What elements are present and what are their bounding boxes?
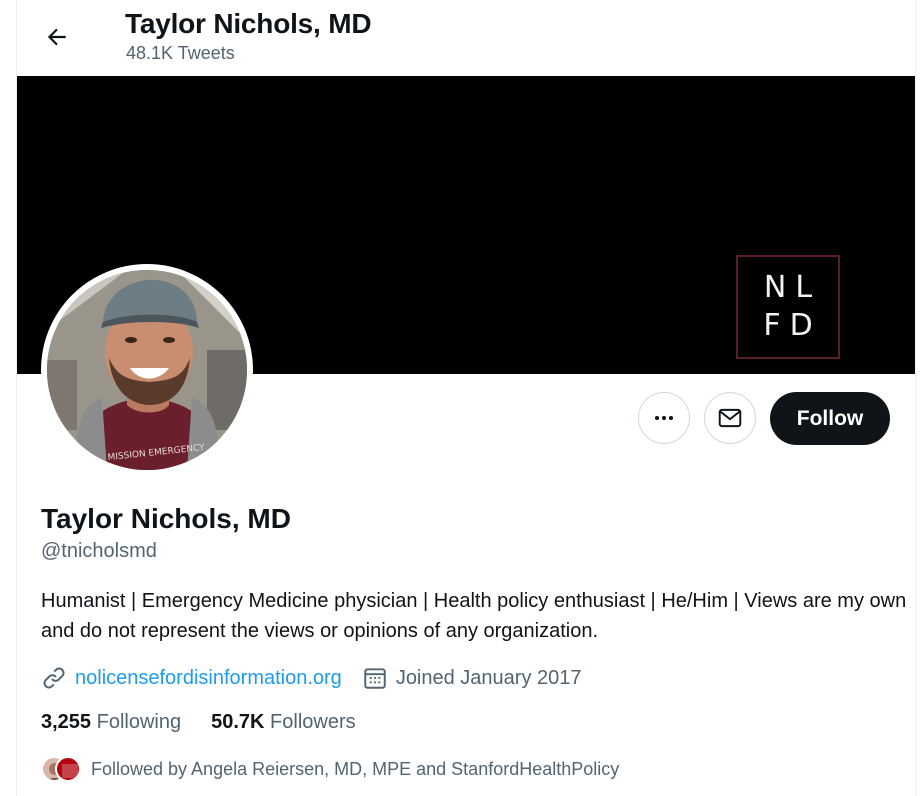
- followers-count: 50.7K: [211, 711, 265, 733]
- profile-handle: @tnicholsmd: [41, 540, 157, 562]
- arrow-left-icon: [47, 28, 66, 46]
- profile-avatar[interactable]: MISSION EMERGENCY: [41, 264, 253, 476]
- following-stat[interactable]: 3,255 Following: [41, 711, 181, 734]
- avatar-photo: MISSION EMERGENCY: [47, 270, 247, 470]
- tweet-count: 48.1K Tweets: [126, 43, 235, 63]
- back-button[interactable]: [37, 17, 77, 57]
- follow-stats: 3,255 Following 50.7K Followers: [41, 711, 356, 734]
- following-count: 3,255: [41, 711, 92, 733]
- calendar-icon: [364, 668, 386, 689]
- follower-avatar: [55, 756, 81, 782]
- joined-date: Joined January 2017: [395, 666, 582, 689]
- profile-meta: nolicensefordisinformation.org Joined Ja…: [41, 662, 582, 694]
- banner-logo-line1: NL: [763, 270, 822, 305]
- more-dots-icon: [655, 416, 673, 420]
- link-icon: [43, 667, 65, 689]
- envelope-icon: [718, 408, 742, 428]
- followed-by: Followed by Angela Reiersen, MD, MPE and…: [41, 756, 619, 782]
- banner-logo-line2: FD: [763, 308, 822, 343]
- followers-stat[interactable]: 50.7K Followers: [211, 711, 356, 734]
- profile-header-bar: Taylor Nichols, MD 48.1K Tweets: [17, 0, 915, 76]
- avatar-illustration: MISSION EMERGENCY: [47, 270, 247, 470]
- followed-by-text[interactable]: Followed by Angela Reiersen, MD, MPE and…: [91, 759, 619, 780]
- header-title: Taylor Nichols, MD: [125, 8, 372, 39]
- website-link[interactable]: nolicensefordisinformation.org: [75, 667, 342, 690]
- profile-name: Taylor Nichols, MD: [41, 503, 291, 534]
- profile-bio: Humanist | Emergency Medicine physician …: [41, 590, 907, 642]
- followers-label: Followers: [270, 711, 356, 733]
- more-button[interactable]: [638, 392, 690, 444]
- follow-button[interactable]: Follow: [770, 392, 890, 445]
- profile-column: Taylor Nichols, MD 48.1K Tweets NL FD MI…: [16, 0, 916, 796]
- message-button[interactable]: [704, 392, 756, 444]
- following-label: Following: [96, 711, 182, 733]
- banner-logo: NL FD: [736, 255, 840, 359]
